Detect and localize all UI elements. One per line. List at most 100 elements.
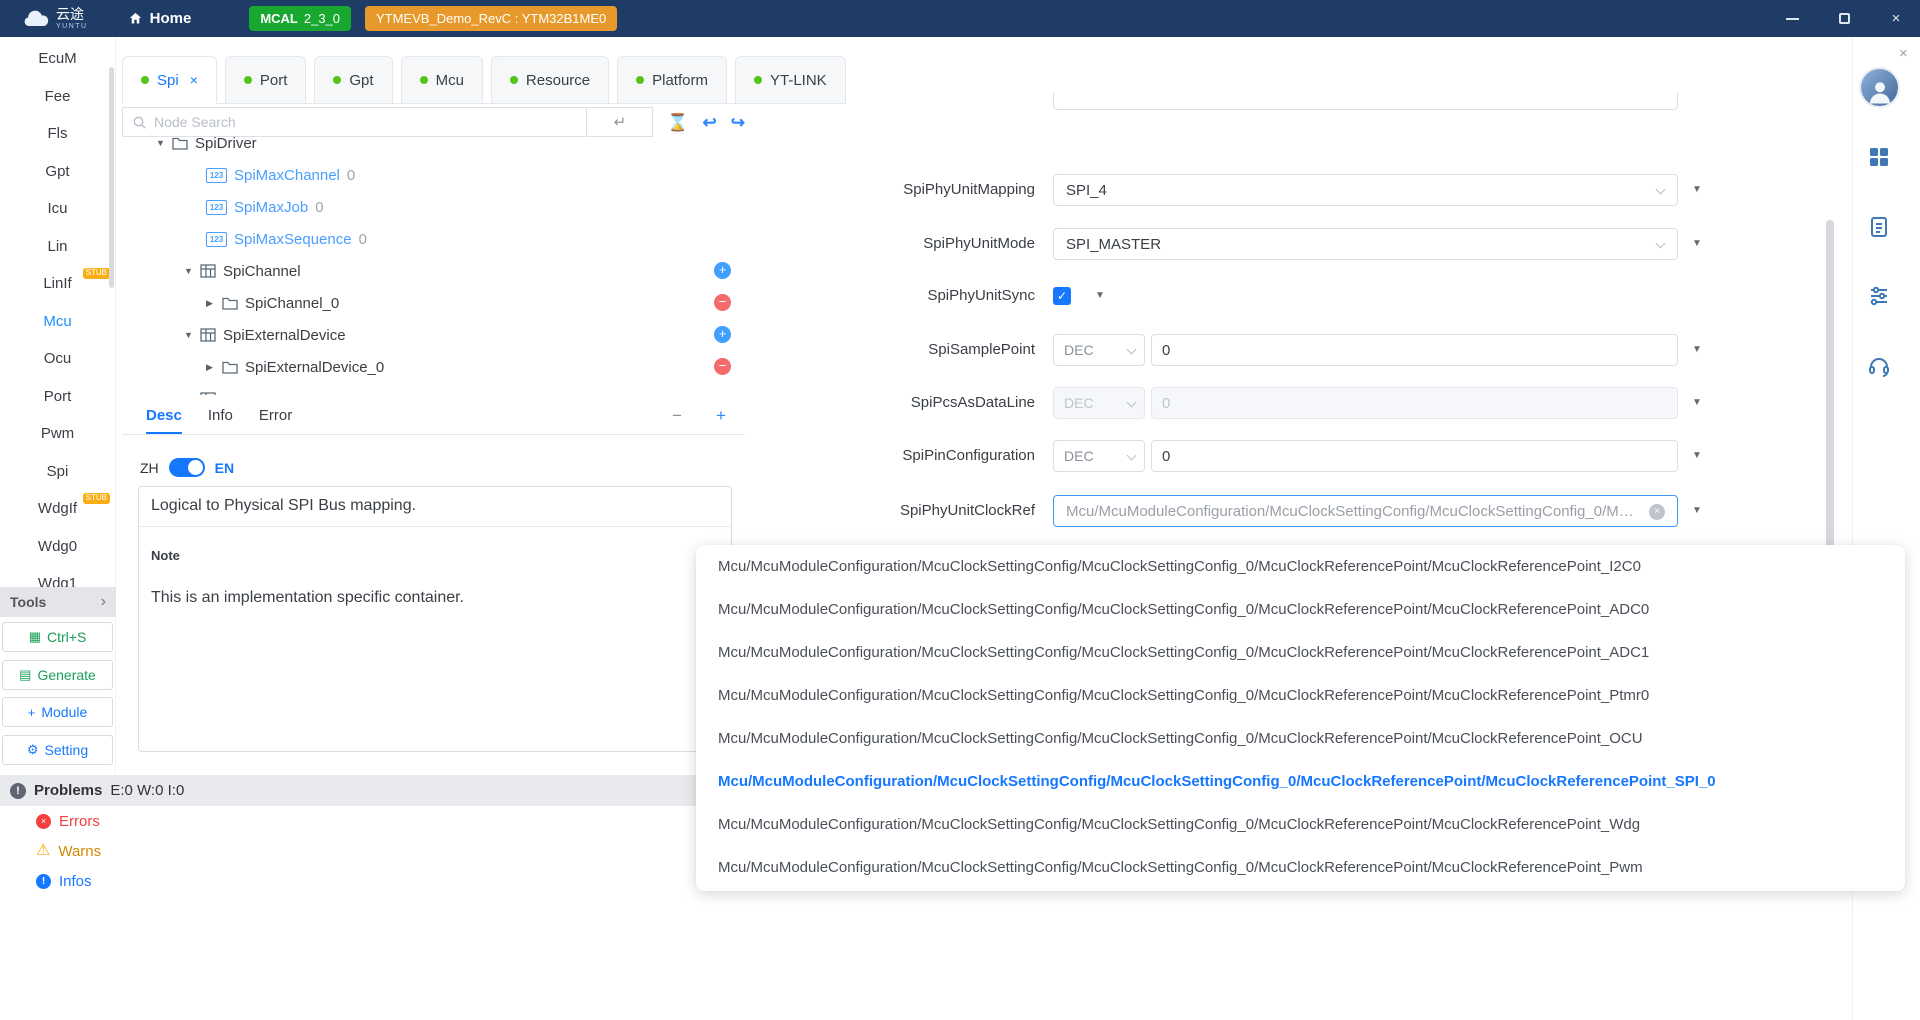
- dropdown-option[interactable]: Mcu/McuModuleConfiguration/McuClockSetti…: [696, 674, 1905, 717]
- project-badge[interactable]: YTMEVB_Demo_RevC : YTM32B1ME0: [365, 6, 617, 31]
- document-icon[interactable]: [1867, 215, 1891, 239]
- row-menu-caret-icon[interactable]: ▼: [1692, 450, 1702, 461]
- tab-yt-link[interactable]: YT-LINK: [735, 56, 846, 104]
- sidebar-item-fls[interactable]: Fls: [0, 115, 115, 153]
- sidebar-item-ocu[interactable]: Ocu: [0, 340, 115, 378]
- tree-row-spichannel[interactable]: ▼ SpiChannel +: [122, 255, 745, 287]
- clear-icon[interactable]: ×: [1649, 504, 1665, 520]
- sidebar-item-linif[interactable]: LinIfSTUB: [0, 265, 115, 303]
- tree-row-spimaxsequence[interactable]: 123 SpiMaxSequence 0: [122, 223, 745, 255]
- add-node-button[interactable]: +: [714, 326, 731, 343]
- tree-row-spiexternaldevice-0[interactable]: ▶ SpiExternalDevice_0 −: [122, 351, 745, 383]
- sidebar-item-wdg0[interactable]: Wdg0: [0, 528, 115, 566]
- chevron-down-icon[interactable]: ▼: [156, 138, 172, 148]
- sidebar-item-gpt[interactable]: Gpt: [0, 153, 115, 191]
- sidebar-item-icu[interactable]: Icu: [0, 190, 115, 228]
- tab-gpt[interactable]: Gpt: [314, 56, 392, 104]
- sidebar-item-pwm[interactable]: Pwm: [0, 415, 115, 453]
- spiphyunitmapping-select[interactable]: SPI_4: [1053, 174, 1678, 206]
- sidebar-item-lin[interactable]: Lin: [0, 228, 115, 266]
- spiphyunitclockref-input[interactable]: Mcu/McuModuleConfiguration/McuClockSetti…: [1053, 495, 1678, 527]
- tab-info[interactable]: Info: [208, 398, 233, 434]
- chevron-down-icon[interactable]: ▼: [184, 330, 200, 340]
- dropdown-option[interactable]: Mcu/McuModuleConfiguration/McuClockSetti…: [696, 846, 1905, 889]
- spisamplepoint-input[interactable]: [1151, 334, 1678, 366]
- row-menu-caret-icon[interactable]: ▼: [1692, 238, 1702, 249]
- row-menu-caret-icon[interactable]: ▼: [1692, 344, 1702, 355]
- chevron-right-icon[interactable]: ▶: [206, 362, 222, 373]
- chevron-down-icon[interactable]: ▼: [184, 394, 200, 395]
- save-button[interactable]: ▦ Ctrl+S: [2, 622, 113, 652]
- row-menu-caret-icon[interactable]: ▼: [1692, 184, 1702, 195]
- chevron-down-icon[interactable]: ▼: [184, 266, 200, 276]
- dropdown-option[interactable]: Mcu/McuModuleConfiguration/McuClockSetti…: [696, 631, 1905, 674]
- row-menu-caret-icon[interactable]: ▼: [1692, 397, 1702, 408]
- avatar[interactable]: [1861, 69, 1898, 106]
- tab-spi[interactable]: Spi ×: [122, 56, 217, 104]
- generate-button[interactable]: ▤ Generate: [2, 660, 113, 690]
- sidebar-item-port[interactable]: Port: [0, 378, 115, 416]
- delete-node-button[interactable]: −: [714, 358, 731, 375]
- tab-mcu[interactable]: Mcu: [401, 56, 483, 104]
- search-input[interactable]: [154, 114, 577, 130]
- close-panel-icon[interactable]: ×: [1899, 45, 1908, 62]
- spiphyunitsync-checkbox[interactable]: ✓: [1053, 287, 1071, 305]
- add-node-button[interactable]: +: [714, 262, 731, 279]
- collapse-panel-button[interactable]: −: [672, 406, 682, 426]
- dropdown-option-selected[interactable]: Mcu/McuModuleConfiguration/McuClockSetti…: [696, 760, 1905, 803]
- headset-icon[interactable]: [1867, 354, 1891, 378]
- dropdown-option[interactable]: Mcu/McuModuleConfiguration/McuClockSetti…: [696, 545, 1905, 588]
- sidebar-item-mcu[interactable]: Mcu: [0, 303, 115, 341]
- setting-button[interactable]: ⚙ Setting: [2, 735, 113, 765]
- dropdown-option[interactable]: Mcu/McuModuleConfiguration/McuClockSetti…: [696, 803, 1905, 846]
- mcal-version-badge[interactable]: MCAL 2_3_0: [249, 6, 351, 31]
- redo-icon[interactable]: ↪: [731, 114, 745, 131]
- expand-panel-button[interactable]: +: [716, 406, 726, 426]
- sliders-icon[interactable]: [1867, 284, 1891, 308]
- tree-row-spiexternaldevice[interactable]: ▼ SpiExternalDevice +: [122, 319, 745, 351]
- sidebar-item-fee[interactable]: Fee: [0, 78, 115, 116]
- maximize-button[interactable]: [1836, 11, 1852, 27]
- tree-row-spimaxjob[interactable]: 123 SpiMaxJob 0: [122, 191, 745, 223]
- hourglass-icon[interactable]: ⌛: [667, 114, 688, 131]
- tree-row-clipped[interactable]: ▼: [122, 383, 745, 395]
- dashboard-grid-icon[interactable]: [1867, 145, 1891, 169]
- form-scrollbar[interactable]: [1826, 220, 1834, 565]
- sidebar-item-wdgif[interactable]: WdgIfSTUB: [0, 490, 115, 528]
- spipinconfiguration-input[interactable]: [1151, 440, 1678, 472]
- home-button[interactable]: Home: [128, 10, 192, 27]
- format-select[interactable]: DEC: [1053, 440, 1145, 472]
- tree-row-spimaxchannel[interactable]: 123 SpiMaxChannel 0: [122, 159, 745, 191]
- minimize-button[interactable]: [1784, 11, 1800, 27]
- tab-port[interactable]: Port: [225, 56, 307, 104]
- row-menu-caret-icon[interactable]: ▼: [1692, 505, 1702, 516]
- clockref-dropdown: Mcu/McuModuleConfiguration/McuClockSetti…: [696, 545, 1905, 891]
- tab-resource[interactable]: Resource: [491, 56, 609, 104]
- clipped-input[interactable]: [1053, 92, 1678, 110]
- sidebar-item-ecum[interactable]: EcuM: [0, 40, 115, 78]
- tree-row-spidriver[interactable]: ▼ SpiDriver: [122, 137, 745, 159]
- row-menu-caret-icon[interactable]: ▼: [1095, 290, 1105, 301]
- chevron-right-icon[interactable]: ▶: [206, 298, 222, 309]
- note-text: This is an implementation specific conta…: [151, 589, 719, 607]
- close-window-button[interactable]: ×: [1888, 11, 1904, 27]
- tab-desc[interactable]: Desc: [146, 398, 182, 434]
- sidebar-item-label: WdgIf: [38, 500, 77, 517]
- tab-close-icon[interactable]: ×: [190, 72, 198, 88]
- tree-row-spichannel-0[interactable]: ▶ SpiChannel_0 −: [122, 287, 745, 319]
- dropdown-option[interactable]: Mcu/McuModuleConfiguration/McuClockSetti…: [696, 588, 1905, 631]
- spiphyunitmode-select[interactable]: SPI_MASTER: [1053, 228, 1678, 260]
- format-select[interactable]: DEC: [1053, 334, 1145, 366]
- sidebar-item-spi[interactable]: Spi: [0, 453, 115, 491]
- tab-platform[interactable]: Platform: [617, 56, 727, 104]
- delete-node-button[interactable]: −: [714, 294, 731, 311]
- search-enter-button[interactable]: ↵: [587, 107, 653, 137]
- tools-section-header[interactable]: Tools ›: [0, 587, 116, 617]
- tab-error[interactable]: Error: [259, 398, 292, 434]
- format-value: DEC: [1064, 395, 1094, 411]
- language-toggle[interactable]: [169, 458, 205, 477]
- undo-icon[interactable]: ↩: [703, 114, 717, 131]
- add-module-button[interactable]: + Module: [2, 697, 113, 727]
- dropdown-option[interactable]: Mcu/McuModuleConfiguration/McuClockSetti…: [696, 717, 1905, 760]
- sidebar-scrollbar[interactable]: [109, 67, 114, 288]
